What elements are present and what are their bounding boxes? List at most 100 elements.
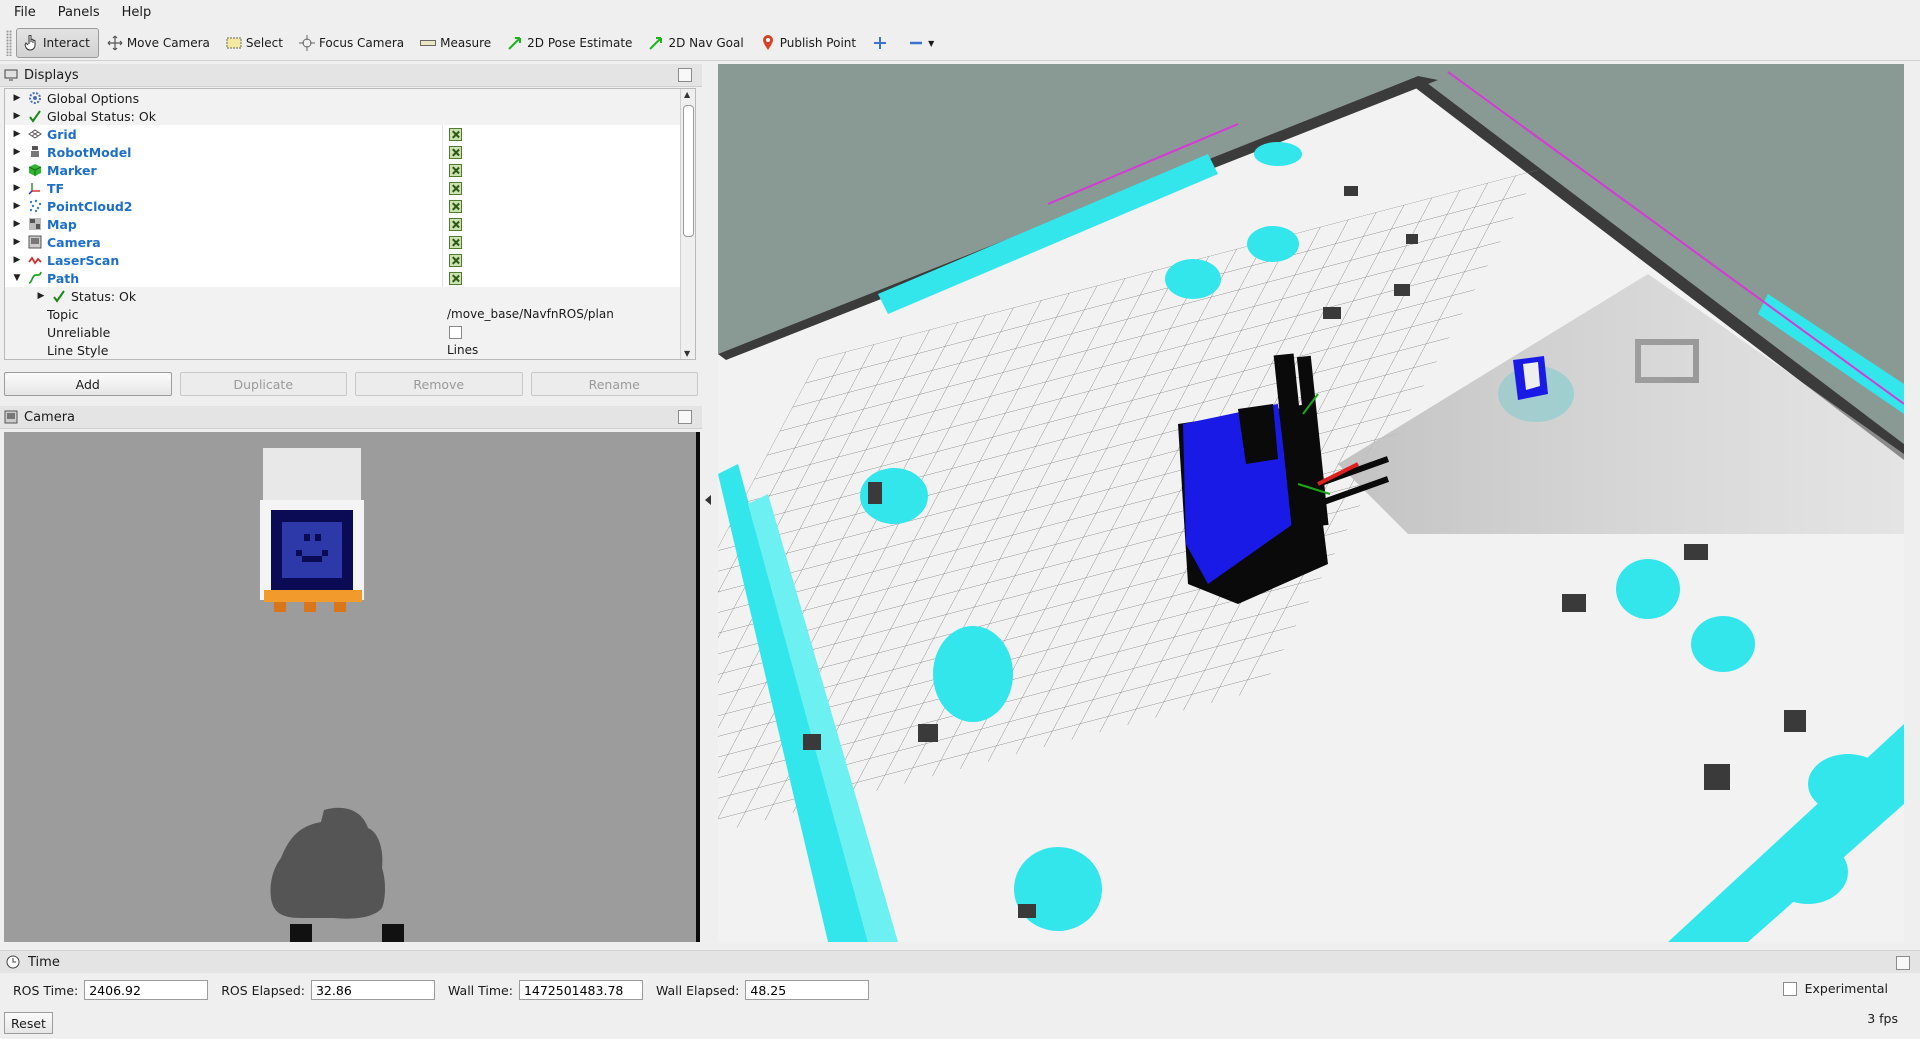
enable-checkbox-laserscan[interactable] — [449, 254, 462, 267]
menu-help[interactable]: Help — [108, 5, 160, 20]
tree-row-unreliable[interactable]: Unreliable — [5, 323, 695, 341]
tree-row-grid[interactable]: ▶ Grid — [5, 125, 695, 143]
wall-time-field[interactable] — [518, 980, 643, 1000]
tree-row-map[interactable]: ▶ Map — [5, 215, 695, 233]
green-arrow-icon — [507, 35, 523, 51]
display-label-grid: Grid — [47, 126, 77, 142]
enable-checkbox-camera[interactable] — [449, 236, 462, 249]
enable-checkbox-grid[interactable] — [449, 128, 462, 141]
tree-row-global-options[interactable]: ▶ Global Options — [5, 89, 695, 107]
menu-file[interactable]: File — [0, 5, 44, 20]
plus-icon — [872, 35, 888, 51]
line-style-value[interactable]: Lines — [447, 343, 478, 357]
pose-estimate-tool[interactable]: 2D Pose Estimate — [501, 29, 640, 57]
ros-elapsed-field[interactable] — [310, 980, 435, 1000]
tree-row-pointcloud2[interactable]: ▶ PointCloud2 — [5, 197, 695, 215]
enable-checkbox-pointcloud2[interactable] — [449, 200, 462, 213]
green-arrow-icon — [648, 35, 664, 51]
experimental-option[interactable]: Experimental — [1782, 981, 1888, 996]
display-label-robotmodel: RobotModel — [47, 144, 132, 160]
enable-checkbox-map[interactable] — [449, 218, 462, 231]
expand-arrow-icon[interactable]: ▶ — [11, 183, 23, 193]
chevron-down-icon: ▼ — [928, 38, 935, 48]
panel-float-button[interactable] — [678, 68, 692, 82]
unreliable-checkbox[interactable] — [449, 326, 462, 339]
focus-camera-tool[interactable]: Focus Camera — [293, 29, 412, 57]
panel-float-button[interactable] — [1896, 956, 1910, 970]
menu-panels[interactable]: Panels — [44, 5, 108, 20]
wall-time-label: Wall Time: — [447, 982, 513, 998]
measure-tool[interactable]: Measure — [414, 29, 499, 57]
remove-tool-menu[interactable]: ▼ — [902, 29, 942, 57]
duplicate-button[interactable]: Duplicate — [179, 372, 347, 396]
expand-arrow-icon[interactable]: ▶ — [11, 255, 23, 265]
monitor-icon — [4, 69, 18, 81]
scroll-up-icon[interactable]: ▲ — [684, 90, 690, 99]
panel-splitter[interactable] — [702, 480, 714, 520]
wall-elapsed-field[interactable] — [745, 980, 870, 1000]
tree-row-path-status[interactable]: ▶ Status: Ok — [5, 287, 695, 305]
tree-row-global-status[interactable]: ▶ Global Status: Ok — [5, 107, 695, 125]
tree-row-robotmodel[interactable]: ▶ RobotModel — [5, 143, 695, 161]
nav-goal-tool[interactable]: 2D Nav Goal — [642, 29, 751, 57]
expand-arrow-icon[interactable]: ▶ — [11, 129, 23, 139]
enable-checkbox-robotmodel[interactable] — [449, 146, 462, 159]
displays-tree: ▶ Global Options ▶ Global Status: Ok ▶ G… — [4, 88, 696, 360]
panel-float-button[interactable] — [678, 410, 692, 424]
camera-image-view[interactable] — [4, 432, 700, 942]
tree-row-topic[interactable]: Topic /move_base/NavfnROS/plan — [5, 305, 695, 323]
experimental-checkbox[interactable] — [1782, 981, 1797, 996]
publish-point-tool[interactable]: Publish Point — [754, 29, 864, 57]
tree-row-marker[interactable]: ▶ Marker — [5, 161, 695, 179]
tree-row-camera[interactable]: ▶ Camera — [5, 233, 695, 251]
map-pin-icon — [760, 35, 776, 51]
add-tool-button[interactable] — [866, 29, 900, 57]
cube-icon — [27, 162, 43, 178]
scroll-down-icon[interactable]: ▼ — [684, 349, 690, 358]
expand-arrow-icon[interactable]: ▶ — [11, 219, 23, 229]
enable-checkbox-tf[interactable] — [449, 182, 462, 195]
unreliable-label: Unreliable — [47, 324, 111, 340]
expand-arrow-icon[interactable]: ▶ — [11, 165, 23, 175]
map-icon — [27, 216, 43, 232]
display-label-laserscan: LaserScan — [47, 252, 120, 268]
add-button[interactable]: Add — [4, 372, 172, 396]
axes-icon — [27, 180, 43, 196]
3d-render-view[interactable] — [718, 64, 1904, 942]
remove-button[interactable]: Remove — [355, 372, 523, 396]
experimental-label: Experimental — [1804, 981, 1888, 996]
wall-elapsed-label: Wall Elapsed: — [655, 982, 740, 998]
expand-arrow-icon[interactable]: ▶ — [11, 93, 23, 103]
reset-button[interactable]: Reset — [4, 1012, 53, 1034]
ros-time-label: ROS Time: — [13, 982, 79, 998]
expand-arrow-icon[interactable]: ▶ — [11, 147, 23, 157]
tree-row-line-style[interactable]: Line Style Lines — [5, 341, 695, 359]
move-camera-tool[interactable]: Move Camera — [101, 29, 218, 57]
checkmark-icon — [51, 288, 67, 304]
ros-time-field[interactable] — [84, 980, 209, 1000]
tree-row-tf[interactable]: ▶ TF — [5, 179, 695, 197]
nav-goal-label: 2D Nav Goal — [668, 36, 744, 50]
toolbar-grip[interactable] — [6, 30, 12, 56]
tree-scrollbar[interactable]: ▲ ▼ — [680, 89, 695, 359]
hand-pointer-icon — [23, 35, 39, 51]
expand-arrow-icon[interactable]: ▶ — [35, 291, 47, 301]
topic-value[interactable]: /move_base/NavfnROS/plan — [447, 307, 614, 321]
map-scene — [718, 64, 1904, 942]
enable-checkbox-path[interactable] — [449, 272, 462, 285]
tree-row-laserscan[interactable]: ▶ LaserScan — [5, 251, 695, 269]
enable-checkbox-marker[interactable] — [449, 164, 462, 177]
rename-button[interactable]: Rename — [530, 372, 698, 396]
interact-tool[interactable]: Interact — [16, 28, 99, 58]
expand-arrow-icon[interactable]: ▶ — [11, 237, 23, 247]
path-icon — [27, 270, 43, 286]
expand-arrow-icon[interactable]: ▶ — [11, 111, 23, 121]
collapse-arrow-icon[interactable]: ▼ — [11, 273, 23, 283]
scrollbar-thumb[interactable] — [683, 105, 694, 237]
tree-row-path[interactable]: ▼ Path — [5, 269, 695, 287]
select-tool[interactable]: Select — [220, 29, 291, 57]
publish-point-label: Publish Point — [779, 36, 857, 50]
expand-arrow-icon[interactable]: ▶ — [11, 201, 23, 211]
laser-scan-icon — [27, 252, 43, 268]
display-label-map: Map — [47, 216, 77, 232]
